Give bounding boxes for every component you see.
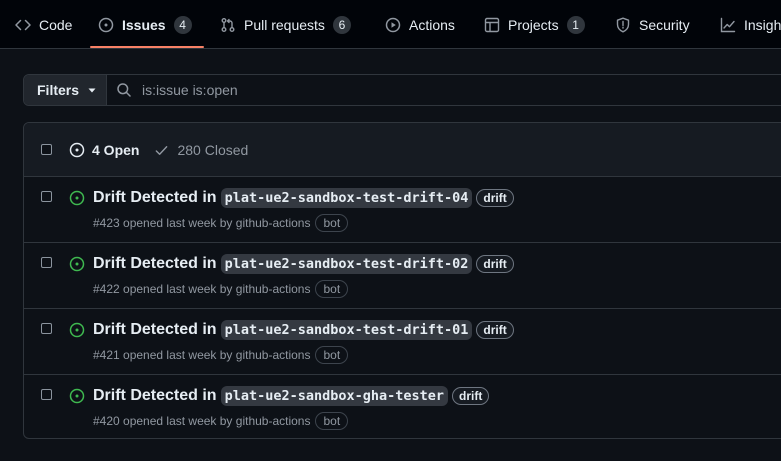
graph-icon (720, 17, 736, 32)
issue-meta: #422 opened last week by github-actions … (93, 280, 349, 298)
issues-filter-bar: Filters (23, 74, 781, 106)
issues-count-badge: 4 (173, 15, 192, 34)
drift-label[interactable]: drift (476, 189, 514, 207)
drift-label[interactable]: drift (476, 321, 514, 339)
filters-button[interactable]: Filters (24, 75, 107, 105)
issue-title-code: plat-ue2-sandbox-gha-tester (220, 386, 449, 406)
issue-title[interactable]: Drift Detected in plat-ue2-sandbox-test-… (93, 254, 514, 274)
drift-label[interactable]: drift (452, 387, 490, 405)
issue-title-text: Drift Detected in (93, 387, 217, 404)
issue-title-text: Drift Detected in (93, 321, 217, 338)
shield-icon (616, 17, 630, 32)
issue-row[interactable]: Drift Detected in plat-ue2-sandbox-test-… (24, 309, 781, 375)
bot-badge: bot (315, 346, 349, 364)
triangle-down-icon (88, 88, 96, 93)
issue-checkbox[interactable] (41, 257, 52, 268)
tab-insights-label: Insights (744, 16, 781, 33)
issue-checkbox[interactable] (41, 323, 52, 334)
issue-opened-icon (69, 190, 85, 206)
issue-title-text: Drift Detected in (93, 255, 217, 272)
issue-checkbox[interactable] (41, 191, 52, 202)
issue-opened-icon (69, 256, 85, 272)
issue-opened-icon (69, 388, 85, 404)
tab-issues[interactable]: Issues 4 (98, 0, 192, 49)
issue-meta: #420 opened last week by github-actions … (93, 412, 349, 430)
issue-meta-text: #420 opened last week by github-actions (93, 414, 311, 428)
filters-button-label: Filters (37, 82, 80, 98)
issue-meta: #421 opened last week by github-actions … (93, 346, 349, 364)
issue-row[interactable]: Drift Detected in plat-ue2-sandbox-gha-t… (24, 375, 781, 438)
check-icon (156, 145, 168, 155)
pull-requests-count-badge: 6 (332, 15, 351, 34)
issue-checkbox[interactable] (41, 389, 52, 400)
search-container (107, 75, 781, 105)
tab-projects-label: Projects (508, 16, 559, 33)
issue-state-toggle: 4 Open 280 Closed (69, 123, 248, 177)
selected-tab-underline (90, 46, 204, 48)
closed-issues-filter[interactable]: 280 Closed (154, 142, 248, 158)
issues-list-header: 4 Open 280 Closed (24, 123, 781, 177)
tab-code[interactable]: Code (15, 0, 72, 49)
issue-title[interactable]: Drift Detected in plat-ue2-sandbox-gha-t… (93, 386, 490, 406)
tab-actions[interactable]: Actions (385, 0, 455, 49)
issue-row[interactable]: Drift Detected in plat-ue2-sandbox-test-… (24, 177, 781, 243)
issue-opened-icon (69, 142, 85, 158)
tab-pull-requests[interactable]: Pull requests 6 (220, 0, 351, 49)
tab-projects[interactable]: Projects 1 (484, 0, 585, 49)
issue-title-text: Drift Detected in (93, 189, 217, 206)
search-input[interactable] (140, 81, 644, 99)
pull-request-icon (221, 17, 235, 32)
issue-meta-text: #422 opened last week by github-actions (93, 282, 311, 296)
play-icon (385, 17, 401, 32)
issues-list: 4 Open 280 Closed Drift Detected in plat… (23, 122, 781, 439)
tab-security-label: Security (639, 16, 690, 33)
tab-insights[interactable]: Insights (720, 0, 781, 49)
tab-issues-label: Issues (122, 16, 166, 33)
issue-meta-text: #423 opened last week by github-actions (93, 216, 311, 230)
projects-count-badge: 1 (566, 15, 585, 34)
bot-badge: bot (315, 412, 349, 430)
table-icon (484, 17, 500, 32)
tab-pull-requests-label: Pull requests (244, 16, 325, 33)
closed-issues-label: 280 Closed (177, 142, 249, 158)
issue-title[interactable]: Drift Detected in plat-ue2-sandbox-test-… (93, 320, 514, 340)
issue-row[interactable]: Drift Detected in plat-ue2-sandbox-test-… (24, 243, 781, 309)
issue-title-code: plat-ue2-sandbox-test-drift-01 (220, 320, 473, 340)
tab-actions-label: Actions (409, 16, 455, 33)
bot-badge: bot (315, 214, 349, 232)
open-issues-filter[interactable]: 4 Open (69, 142, 139, 158)
issue-meta: #423 opened last week by github-actions … (93, 214, 349, 232)
issue-title-code: plat-ue2-sandbox-test-drift-04 (220, 188, 473, 208)
open-issues-label: 4 Open (92, 142, 140, 158)
issue-title-code: plat-ue2-sandbox-test-drift-02 (220, 254, 473, 274)
tab-security[interactable]: Security (615, 0, 690, 49)
bot-badge: bot (315, 280, 349, 298)
issue-title[interactable]: Drift Detected in plat-ue2-sandbox-test-… (93, 188, 514, 208)
issue-opened-icon (69, 322, 85, 338)
search-icon (117, 83, 131, 97)
tab-code-label: Code (39, 16, 73, 33)
select-all-checkbox[interactable] (41, 144, 52, 155)
repo-nav: Code Issues 4 Pull requests 6 Actions Pr… (0, 0, 781, 49)
code-icon (15, 19, 31, 30)
issue-meta-text: #421 opened last week by github-actions (93, 348, 311, 362)
issue-opened-icon (98, 17, 114, 32)
drift-label[interactable]: drift (476, 255, 514, 273)
